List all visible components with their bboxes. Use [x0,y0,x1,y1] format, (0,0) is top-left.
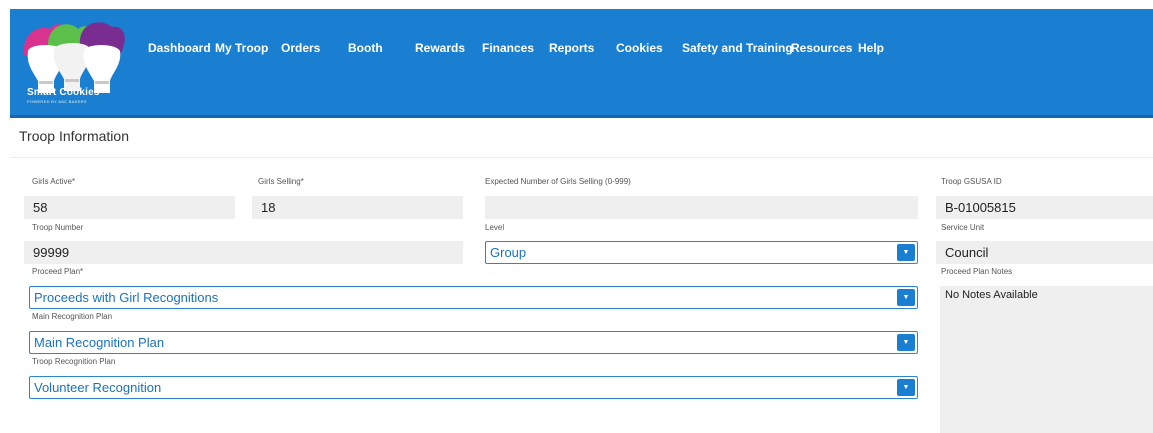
level-label: Level [485,223,505,232]
nav-resources[interactable]: Resources [791,41,852,55]
chevron-down-icon[interactable]: ▼ [897,334,915,351]
nav-reports[interactable]: Reports [549,41,594,55]
main-recognition-label: Main Recognition Plan [32,312,113,321]
title-divider [10,157,1153,158]
level-select[interactable]: Group ▼ [485,241,918,264]
nav-orders[interactable]: Orders [281,41,320,55]
logo-neck-right [95,81,109,84]
main-recognition-select[interactable]: Main Recognition Plan ▼ [29,331,918,354]
nav-safety-training[interactable]: Safety and Training [682,41,793,55]
service-unit-field: Council [936,241,1153,264]
girls-selling-field: 18 [252,196,463,219]
main-recognition-selected-value: Main Recognition Plan [34,335,165,350]
troop-recognition-selected-value: Volunteer Recognition [34,380,162,395]
nav-help[interactable]: Help [858,41,884,55]
logo-subtext: POWERED BY ABC BAKERS [27,99,87,104]
logo-neck-left [39,81,53,84]
girls-active-field: 58 [24,196,235,219]
page-title: Troop Information [19,128,129,144]
top-header: Smart Cookies POWERED BY ABC BAKERS Dash… [10,9,1153,118]
gsusa-id-field: B-01005815 [936,196,1153,219]
girls-selling-label: Girls Selling* [258,177,304,186]
logo-neck-middle [65,79,79,82]
gsusa-id-label: Troop GSUSA ID [941,177,1002,186]
troop-recognition-select[interactable]: Volunteer Recognition ▼ [29,376,918,399]
proceed-plan-select[interactable]: Proceeds with Girl Recognitions ▼ [29,286,918,309]
nav-finances[interactable]: Finances [482,41,534,55]
logo-face-right [83,45,121,93]
expected-girls-label: Expected Number of Girls Selling (0-999) [485,177,631,186]
expected-girls-input[interactable] [485,196,918,219]
proceed-plan-selected-value: Proceeds with Girl Recognitions [34,290,219,305]
nav-dashboard[interactable]: Dashboard [148,41,211,55]
chevron-down-icon[interactable]: ▼ [897,379,915,396]
nav-booth[interactable]: Booth [348,41,383,55]
chevron-down-icon[interactable]: ▼ [897,244,915,261]
proceed-plan-label: Proceed Plan* [32,267,84,276]
proceed-plan-notes-field: No Notes Available [940,286,1153,433]
troop-recognition-label: Troop Recognition Plan [32,357,116,366]
nav-rewards[interactable]: Rewards [415,41,465,55]
logo-wordmark: Smart Cookies [27,87,100,98]
proceed-plan-notes-label: Proceed Plan Notes [941,267,1013,276]
chevron-down-icon[interactable]: ▼ [897,289,915,306]
level-selected-value: Group [490,245,527,260]
troop-number-field: 99999 [24,241,463,264]
service-unit-label: Service Unit [941,223,985,232]
troop-number-label: Troop Number [32,223,84,232]
nav-cookies[interactable]: Cookies [616,41,663,55]
nav-my-troop[interactable]: My Troop [215,41,268,55]
girls-active-label: Girls Active* [32,177,76,186]
